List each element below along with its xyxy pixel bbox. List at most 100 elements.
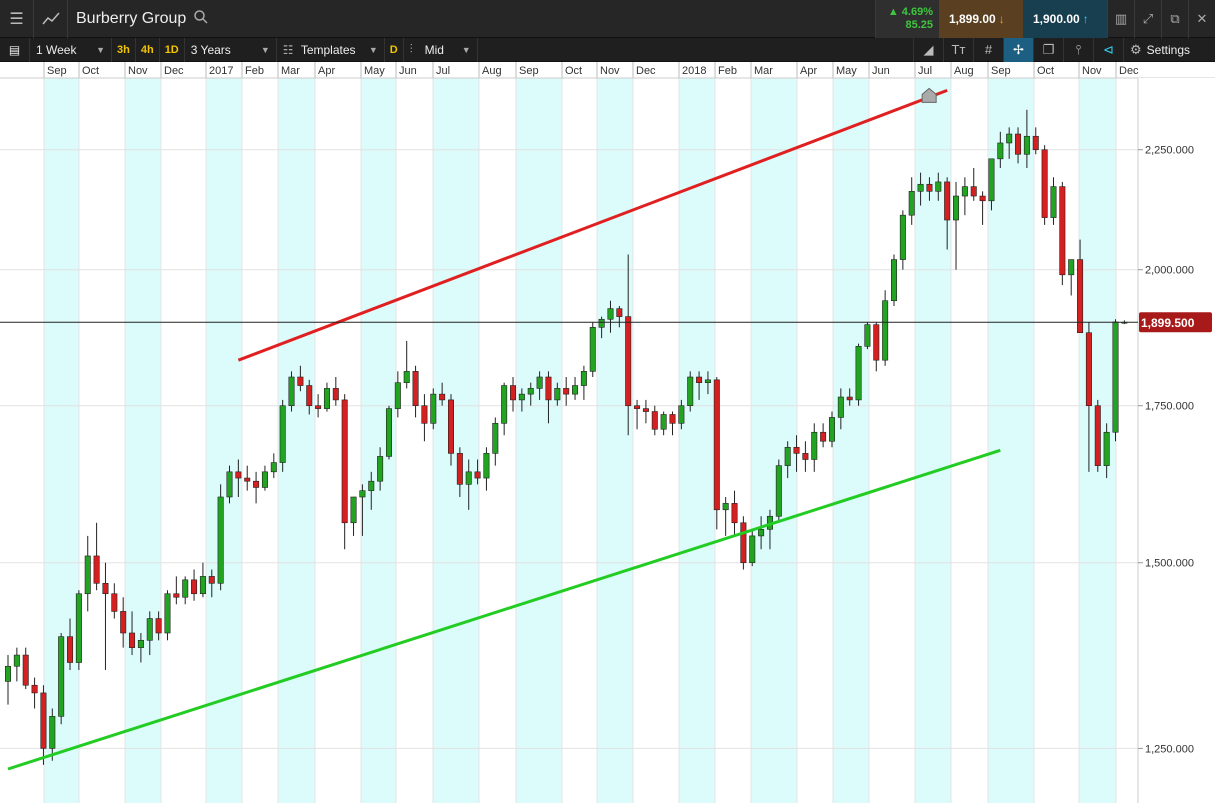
candle-body [253, 480, 260, 488]
tag-icon[interactable]: ⊲ [1093, 37, 1123, 62]
candle-body [75, 593, 82, 663]
candle-body [84, 555, 91, 595]
candle-body [5, 665, 12, 682]
candle [58, 632, 65, 725]
candle-body [1041, 149, 1048, 218]
layout-icon[interactable]: ▥ [1107, 0, 1134, 38]
x-tick-label: 2017 [209, 65, 233, 77]
price-chart[interactable]: Sep Oct Nov Dec 2017 Feb Mar Apr May Jun Jul Aug Sep… [0, 62, 1215, 803]
candle-body [164, 593, 171, 634]
candle [740, 516, 747, 570]
y-axis-panel [1138, 78, 1215, 803]
chart-canvas[interactable]: Sep Oct Nov Dec 2017 Feb Mar Apr May Jun Jul Aug Sep… [0, 62, 1215, 803]
candle [890, 254, 897, 306]
candle [882, 290, 889, 366]
x-tick-label: Apr [318, 65, 335, 77]
candle-body [749, 535, 756, 564]
grid-icon[interactable]: # [973, 37, 1003, 62]
chevron-down-icon: ▼ [260, 44, 270, 55]
candle-body [953, 195, 960, 221]
candle-body [580, 371, 587, 386]
candle-body [1032, 135, 1039, 151]
candle-body [191, 579, 198, 595]
x-tick-label: 2018 [682, 65, 706, 77]
candle-body [775, 465, 782, 517]
interval-3h[interactable]: 3h [112, 37, 136, 62]
candle-body [607, 308, 614, 320]
candle [182, 576, 189, 605]
candle-body [917, 183, 924, 192]
candle [731, 490, 738, 536]
chart-type-icon[interactable] [34, 0, 68, 38]
x-tick-label: Aug [482, 65, 502, 77]
candle [563, 377, 570, 406]
crosshair-icon[interactable]: ✢ [1003, 37, 1033, 62]
x-axis: Sep Oct Nov Dec 2017 Feb Mar Apr May Jun Jul Aug Sep… [0, 62, 1215, 79]
interval-select[interactable]: 1 Week ▼ [30, 37, 112, 62]
change-absolute: 85.25 [905, 18, 933, 31]
candle-body [492, 423, 499, 454]
candle-body [572, 385, 579, 395]
x-tick-label: Nov [600, 65, 620, 77]
x-tick-label: Apr [800, 65, 817, 77]
candle [350, 496, 357, 536]
chevron-down-icon: ▼ [368, 44, 378, 55]
range-value: 3 Years [190, 42, 231, 57]
month-band [988, 78, 1034, 803]
range-select[interactable]: 3 Years ▼ [185, 37, 277, 62]
sell-button[interactable]: 1,899.00 ↓ [939, 0, 1023, 38]
price-type-select[interactable]: ⫶ Mid ▼ [404, 37, 478, 62]
candle-body [306, 385, 313, 407]
candle-body [669, 414, 676, 424]
candle-body [518, 393, 525, 401]
candle-body [323, 388, 330, 409]
expand-icon[interactable]: ⤢ [1134, 0, 1161, 38]
candle [873, 321, 880, 372]
candle [634, 399, 641, 430]
candle-body [793, 446, 800, 454]
d-badge[interactable]: D [385, 37, 404, 62]
candle-body [1015, 133, 1022, 155]
interval-1d[interactable]: 1D [160, 37, 185, 62]
candle-body [217, 496, 224, 584]
x-tick-label: Mar [281, 65, 300, 77]
search-icon[interactable] [194, 9, 208, 28]
candle-body [713, 379, 720, 511]
candle-body [828, 417, 835, 442]
candle-body [270, 462, 277, 473]
candle-body [758, 529, 765, 537]
candle [315, 394, 322, 418]
settings-button[interactable]: ⚙ Settings [1123, 37, 1215, 62]
price-type-value: Mid [424, 42, 444, 57]
x-tick-label: Dec [164, 65, 184, 77]
candle-body [563, 388, 570, 395]
buy-button[interactable]: 1,900.00 ↑ [1023, 0, 1107, 38]
candle [820, 423, 827, 448]
chart-toolbar: ▤ 1 Week ▼ 3h 4h 1D 3 Years ▼ ☷ Templates ▼… [0, 37, 1215, 62]
templates-select[interactable]: ☷ Templates ▼ [277, 37, 385, 62]
text-tool-icon[interactable]: Tт [943, 37, 973, 62]
candle [687, 371, 694, 412]
list-icon[interactable]: ▤ [0, 37, 30, 62]
candle [253, 471, 260, 504]
indicator-icon[interactable]: ⫯ [1063, 37, 1093, 62]
month-band [751, 78, 797, 803]
interval-4h[interactable]: 4h [136, 37, 160, 62]
candle [722, 496, 729, 536]
close-icon[interactable]: ✕ [1188, 0, 1215, 38]
candle [412, 365, 419, 418]
candle [864, 321, 871, 350]
menu-icon[interactable]: ☰ [0, 0, 34, 38]
candle [775, 459, 782, 523]
popout-icon[interactable]: ⧉ [1161, 0, 1188, 38]
candle [288, 371, 295, 412]
draw-line-icon[interactable]: ◢ [913, 37, 943, 62]
candle-body [554, 388, 561, 401]
candle-body [1094, 405, 1101, 466]
candle [908, 177, 915, 225]
copy-icon[interactable]: ❐ [1033, 37, 1063, 62]
candle-body [970, 186, 977, 197]
candle-body [634, 405, 641, 409]
candle [855, 343, 862, 406]
instrument-title: Burberry Group [76, 9, 187, 27]
